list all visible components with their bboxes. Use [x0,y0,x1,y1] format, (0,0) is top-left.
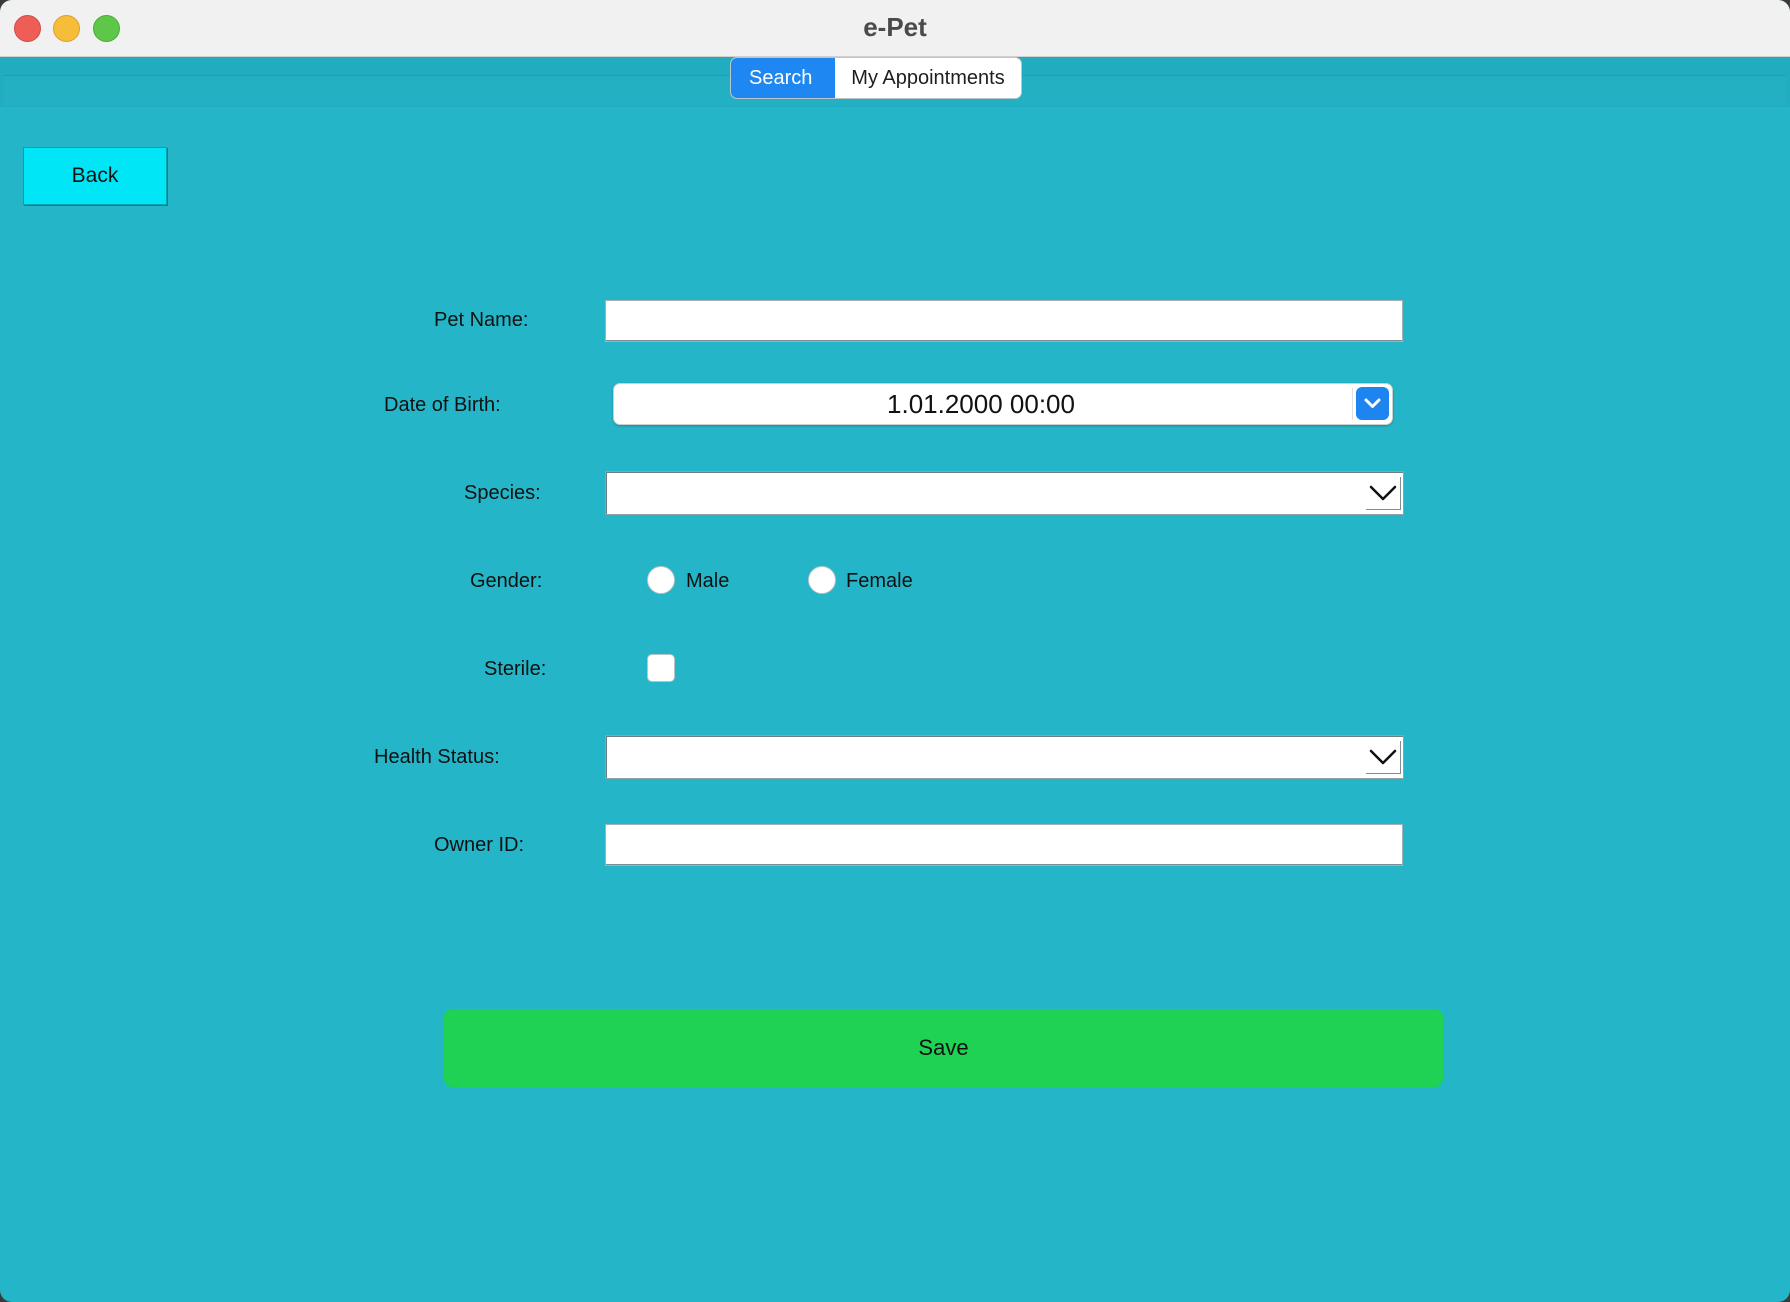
owner-id-label: Owner ID: [434,834,525,856]
owner-id-input[interactable] [605,824,1403,866]
window-title: e-Pet [863,12,927,42]
gender-label: Gender: [470,570,543,592]
date-of-birth-picker[interactable]: 1.01.2000 00:00 [613,383,1393,425]
gender-male-radio[interactable] [647,566,675,594]
health-status-label: Health Status: [374,746,500,768]
pet-name-input[interactable] [605,300,1403,342]
back-button[interactable]: Back [23,147,167,205]
sterile-checkbox[interactable] [647,654,675,682]
app-window: e-Pet Search My Appointments Back Pet Na… [0,0,1790,1302]
save-button[interactable]: Save [444,1009,1443,1087]
health-status-combo[interactable] [605,735,1404,779]
health-status-dropdown-arrow[interactable] [1366,741,1401,774]
gender-female-label[interactable]: Female [846,568,913,594]
date-of-birth-label: Date of Birth: [384,394,501,416]
title-bar: e-Pet [0,0,1790,57]
tab-bar: Search My Appointments [730,57,1022,99]
species-combo[interactable] [605,471,1404,515]
chevron-down-icon [1369,485,1397,501]
date-picker-separator [1352,388,1353,420]
tab-search[interactable]: Search [731,58,835,98]
pet-name-label: Pet Name: [434,309,529,331]
sterile-label: Sterile: [484,658,547,680]
species-dropdown-arrow[interactable] [1366,477,1401,510]
gender-male-label[interactable]: Male [686,568,729,594]
chevron-down-icon [1369,749,1397,765]
date-picker-dropdown-button[interactable] [1356,387,1389,420]
date-of-birth-value: 1.01.2000 00:00 [887,389,1075,419]
content-area [4,107,1786,1297]
species-label: Species: [464,482,541,504]
chevron-down-icon [1364,398,1381,408]
gender-female-radio[interactable] [808,566,836,594]
tab-my-appointments[interactable]: My Appointments [835,58,1021,98]
